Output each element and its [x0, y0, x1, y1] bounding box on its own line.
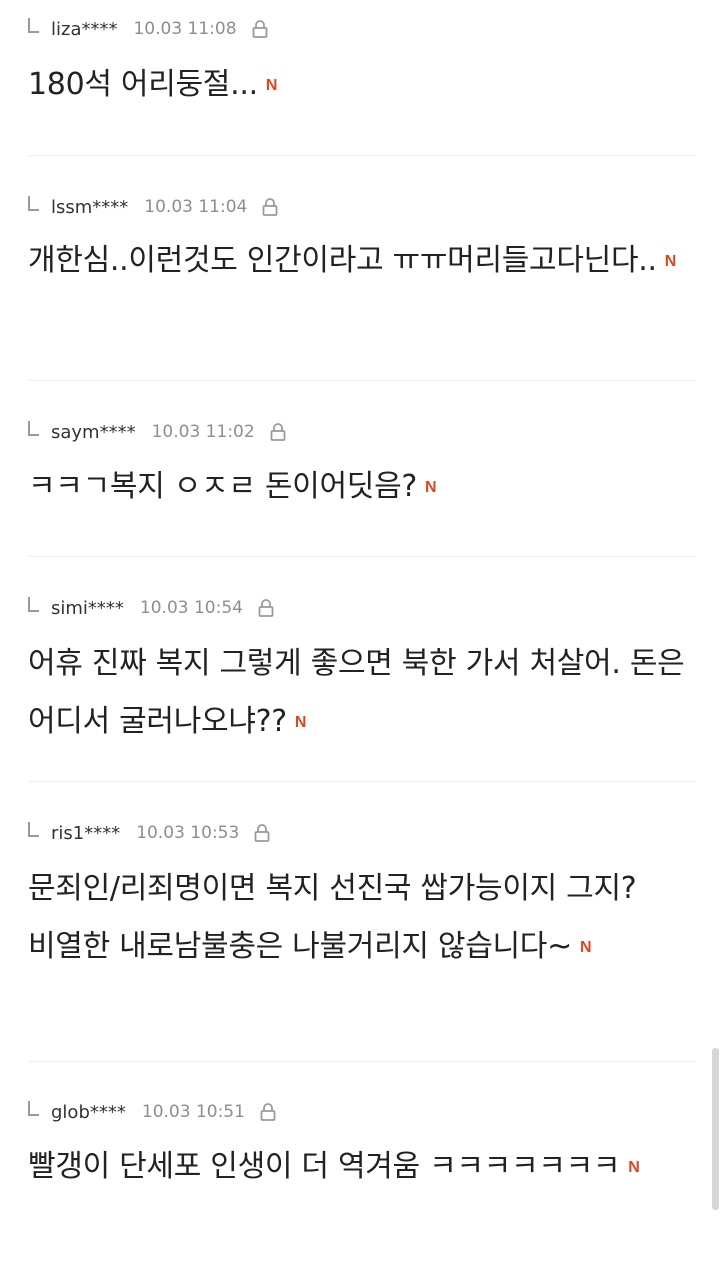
lock-icon[interactable]: [259, 1102, 277, 1122]
comment-time: 10.03 11:08: [133, 19, 237, 39]
divider: [28, 1061, 696, 1062]
divider: [28, 380, 696, 381]
new-badge-icon: N: [265, 77, 278, 94]
comment-time: 10.03 11:04: [144, 197, 248, 217]
comment-text: 개한심..이런것도 인간이라고 ㅠㅠ머리들고다닌다..: [28, 243, 657, 278]
reply-arrow-icon: [28, 596, 39, 612]
divider: [28, 781, 696, 782]
comment-meta: lssm**** 10.03 11:04: [28, 192, 279, 222]
lock-icon[interactable]: [253, 823, 271, 843]
comment-body: 어휴 진짜 복지 그렇게 좋으면 북한 가서 처살어. 돈은 어디서 굴러나오냐…: [28, 635, 700, 751]
reply-arrow-icon: [28, 195, 39, 211]
new-badge-icon: N: [664, 253, 677, 270]
comment-author[interactable]: glob****: [51, 1102, 126, 1123]
comment-meta: saym**** 10.03 11:02: [28, 417, 287, 447]
comment-author[interactable]: ris1****: [51, 823, 120, 844]
comment-author[interactable]: lssm****: [51, 197, 128, 218]
comment-text: 어휴 진짜 복지 그렇게 좋으면 북한 가서 처살어. 돈은 어디서 굴러나오냐…: [28, 646, 685, 739]
scrollbar[interactable]: [712, 1048, 719, 1210]
comment-time: 10.03 11:02: [151, 422, 255, 442]
comment-body: 180석 어리둥절... N: [28, 56, 700, 114]
lock-icon[interactable]: [251, 19, 269, 39]
new-badge-icon: N: [294, 714, 307, 731]
comment-text: 문죄인/리죄명이면 복지 선진국 쌉가능이지 그지? 비열한 내로남불충은 나불…: [28, 871, 637, 964]
comment-author[interactable]: saym****: [51, 422, 136, 443]
comment-body: 문죄인/리죄명이면 복지 선진국 쌉가능이지 그지? 비열한 내로남불충은 나불…: [28, 860, 700, 976]
comment-text: 180석 어리둥절...: [28, 67, 258, 102]
lock-icon[interactable]: [269, 422, 287, 442]
comment-body: 빨갱이 단세포 인생이 더 역겨움 ㅋㅋㅋㅋㅋㅋㅋ N: [28, 1138, 700, 1196]
lock-icon[interactable]: [261, 197, 279, 217]
comment-list: liza**** 10.03 11:08 180석 어리둥절... N lssm*…: [0, 0, 720, 1280]
comment-time: 10.03 10:53: [136, 823, 240, 843]
comment-author[interactable]: liza****: [51, 19, 117, 40]
reply-arrow-icon: [28, 1100, 39, 1116]
comment-author[interactable]: simi****: [51, 598, 124, 619]
reply-arrow-icon: [28, 17, 39, 33]
comment-body: ㅋㅋㄱ복지 ㅇㅈㄹ 돈이어딧음? N: [28, 458, 700, 516]
lock-icon[interactable]: [257, 598, 275, 618]
comment-meta: glob**** 10.03 10:51: [28, 1097, 277, 1127]
reply-arrow-icon: [28, 420, 39, 436]
reply-arrow-icon: [28, 821, 39, 837]
new-badge-icon: N: [579, 939, 592, 956]
divider: [28, 556, 696, 557]
comment-meta: simi**** 10.03 10:54: [28, 593, 275, 623]
comment-text: ㅋㅋㄱ복지 ㅇㅈㄹ 돈이어딧음?: [28, 469, 417, 504]
comment-time: 10.03 10:54: [139, 598, 243, 618]
comment-body: 개한심..이런것도 인간이라고 ㅠㅠ머리들고다닌다.. N: [28, 232, 700, 290]
comment-text: 빨갱이 단세포 인생이 더 역겨움 ㅋㅋㅋㅋㅋㅋㅋ: [28, 1149, 621, 1184]
comment-time: 10.03 10:51: [141, 1102, 245, 1122]
divider: [28, 155, 696, 156]
comment-meta: liza**** 10.03 11:08: [28, 14, 269, 44]
comment-meta: ris1**** 10.03 10:53: [28, 818, 271, 848]
new-badge-icon: N: [425, 479, 437, 496]
new-badge-icon: N: [628, 1159, 640, 1176]
